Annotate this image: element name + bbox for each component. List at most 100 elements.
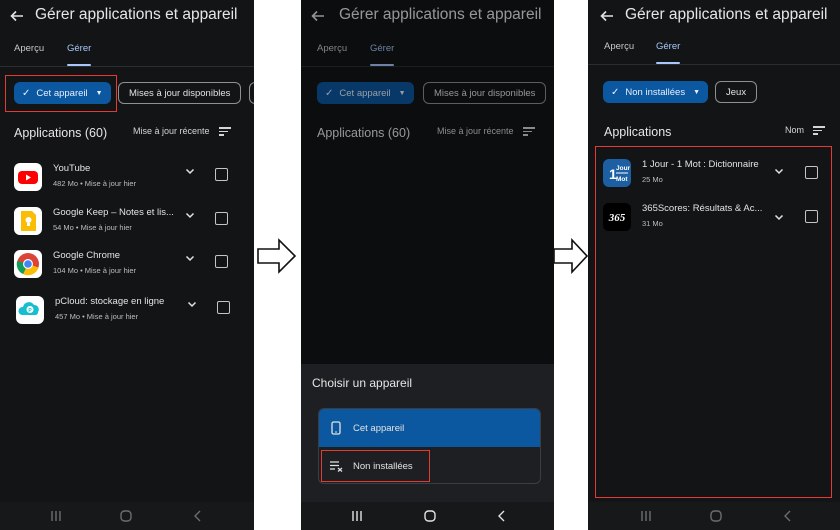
recent-apps-icon[interactable] [640, 510, 652, 522]
screen-choose-device: Gérer applications et appareil Aperçu Gé… [301, 0, 554, 530]
highlight-box [595, 146, 832, 498]
option-non-installees[interactable]: Non installées [319, 447, 540, 483]
app-checkbox[interactable] [215, 168, 228, 181]
tab-apercu[interactable]: Aperçu [14, 43, 44, 54]
chip-label: Jeux [726, 86, 747, 98]
device-options: Cet appareil Non installées [318, 408, 541, 484]
chip-partial[interactable] [249, 82, 254, 104]
sort-label: Mise à jour récente [133, 126, 210, 137]
chip-mises-a-jour[interactable]: Mises à jour disponibles [423, 82, 547, 104]
dropdown-arrow-icon: ▼ [693, 88, 700, 96]
google-keep-icon [14, 207, 42, 235]
365scores-icon: 365 [603, 203, 631, 231]
list-item[interactable]: Google Keep – Notes et lis... 54 Mo • Mi… [0, 204, 254, 244]
chip-label: Non installées [625, 86, 686, 98]
phone-icon [319, 421, 353, 435]
back-arrow-icon[interactable] [311, 9, 325, 23]
app-checkbox[interactable] [215, 255, 228, 268]
chevron-down-icon[interactable] [774, 212, 784, 222]
app-checkbox[interactable] [215, 212, 228, 225]
sort-button[interactable]: Mise à jour récente [133, 125, 231, 138]
chip-label: Mises à jour disponibles [434, 87, 536, 99]
sort-button[interactable]: Mise à jour récente [437, 125, 535, 138]
app-meta: 104 Mo • Mise à jour hier [53, 266, 137, 275]
back-arrow-icon[interactable] [10, 9, 24, 23]
chevron-down-icon[interactable] [774, 166, 784, 176]
app-checkbox[interactable] [805, 166, 818, 179]
sort-icon [813, 124, 826, 137]
app-meta: 25 Mo [642, 175, 663, 184]
app-meta: 54 Mo • Mise à jour hier [53, 223, 132, 232]
section-title: Applications (60) [317, 126, 411, 140]
section-title: Applications [604, 125, 672, 139]
app-name: Google Keep – Notes et lis... [53, 207, 174, 218]
list-item[interactable]: YouTube 482 Mo • Mise à jour hier [0, 160, 254, 200]
tab-bar: Aperçu Gérer [301, 40, 554, 67]
check-icon: ✓ [22, 87, 31, 99]
chevron-down-icon[interactable] [185, 253, 195, 263]
chevron-down-icon[interactable] [185, 166, 195, 176]
chip-non-installees[interactable]: ✓ Non installées ▼ [603, 81, 708, 103]
app-checkbox[interactable] [217, 301, 230, 314]
chevron-down-icon[interactable] [187, 299, 197, 309]
tab-gerer[interactable]: Gérer [656, 41, 681, 64]
top-app-bar: Gérer applications et appareil [588, 0, 840, 34]
option-label: Non installées [353, 460, 413, 472]
top-app-bar: Gérer applications et appareil [0, 0, 254, 34]
screen-not-installed: Gérer applications et appareil Aperçu Gé… [588, 0, 840, 530]
home-icon[interactable] [424, 510, 436, 522]
app-name: YouTube [53, 163, 91, 174]
icon-word-top: Jour [616, 165, 631, 172]
back-nav-icon[interactable] [192, 510, 204, 522]
list-item[interactable]: P pCloud: stockage en ligne 457 Mo • Mis… [0, 293, 254, 333]
sheet-title: Choisir un appareil [312, 376, 413, 390]
chrome-icon [14, 250, 42, 278]
sort-icon [522, 125, 535, 138]
chip-cet-appareil[interactable]: ✓ Cet appareil ▼ [14, 82, 111, 104]
tab-gerer[interactable]: Gérer [370, 43, 395, 66]
system-nav-bar [0, 502, 254, 530]
tab-apercu[interactable]: Aperçu [317, 43, 347, 54]
home-icon[interactable] [710, 510, 722, 522]
option-label: Cet appareil [353, 422, 405, 434]
back-nav-icon[interactable] [782, 510, 794, 522]
list-item[interactable]: 1 Jour Mot 1 Jour - 1 Mot : Dictionnaire… [588, 156, 840, 196]
screen-manage-apps: Gérer applications et appareil Aperçu Gé… [0, 0, 254, 530]
top-app-bar: Gérer applications et appareil [301, 0, 554, 34]
page-title: Gérer applications et appareil [339, 6, 542, 23]
list-item[interactable]: Google Chrome 104 Mo • Mise à jour hier [0, 247, 254, 287]
sort-button[interactable]: Nom [785, 124, 826, 137]
app-name: pCloud: stockage en ligne [55, 296, 165, 307]
dropdown-arrow-icon: ▼ [398, 89, 406, 97]
chip-label: Cet appareil [36, 87, 88, 99]
chip-cet-appareil[interactable]: ✓ Cet appareil ▼ [317, 82, 414, 104]
step-arrow-icon [553, 238, 589, 274]
1jour-1mot-icon: 1 Jour Mot [603, 159, 631, 187]
app-meta: 31 Mo [642, 219, 663, 228]
app-checkbox[interactable] [805, 210, 818, 223]
tab-gerer[interactable]: Gérer [67, 43, 92, 66]
home-icon[interactable] [120, 510, 132, 522]
chip-jeux[interactable]: Jeux [715, 81, 758, 103]
option-cet-appareil[interactable]: Cet appareil [319, 409, 540, 447]
check-icon: ✓ [325, 87, 334, 99]
dropdown-arrow-icon: ▼ [95, 89, 103, 97]
bottom-sheet: Choisir un appareil Cet appareil Non ins… [301, 364, 554, 502]
page-title: Gérer applications et appareil [625, 6, 828, 23]
recent-apps-icon[interactable] [351, 510, 363, 522]
back-nav-icon[interactable] [496, 510, 508, 522]
app-meta: 482 Mo • Mise à jour hier [53, 179, 137, 188]
page-title: Gérer applications et appareil [35, 6, 238, 23]
back-arrow-icon[interactable] [600, 9, 614, 23]
chip-mises-a-jour[interactable]: Mises à jour disponibles [118, 82, 242, 104]
chevron-down-icon[interactable] [185, 210, 195, 220]
section-title: Applications (60) [14, 126, 108, 140]
recent-apps-icon[interactable] [50, 510, 62, 522]
app-name: 365Scores: Résultats & Ac... [642, 203, 763, 214]
sort-label: Nom [785, 125, 805, 136]
app-name: 1 Jour - 1 Mot : Dictionnaire [642, 159, 759, 170]
list-item[interactable]: 365 365Scores: Résultats & Ac... 31 Mo [588, 200, 840, 240]
youtube-icon [14, 163, 42, 191]
icon-text: 365 [608, 212, 626, 224]
tab-apercu[interactable]: Aperçu [604, 41, 634, 52]
